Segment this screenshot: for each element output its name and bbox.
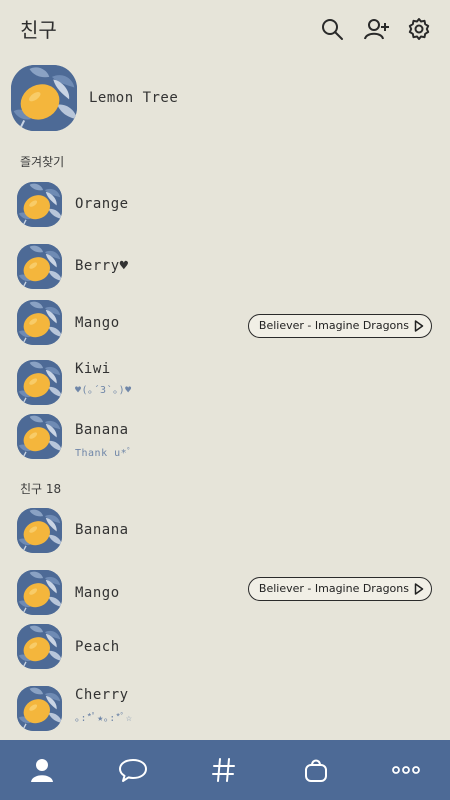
avatar [17,300,62,345]
list-item[interactable]: Kiwi ♥(｡´3`｡)♥ [0,358,450,410]
profile-name: Lemon Tree [89,90,179,106]
list-item[interactable]: Berry♥ [0,244,450,294]
page-title: 친구 [20,18,57,42]
status-message: Thank u*ﾟ [75,448,133,459]
favorites-section-label: 즐겨찾기 [20,155,65,169]
header: 친구 [0,0,450,58]
my-profile[interactable]: Lemon Tree [0,62,450,134]
search-icon[interactable] [320,17,344,41]
list-item[interactable]: Banana Thank u*ﾟ [0,414,450,466]
bottom-tab-bar [0,740,450,800]
chat-bubble-icon[interactable] [117,754,149,786]
music-title: Believer - Imagine Dragons [258,582,409,595]
music-status-pill[interactable]: Believer - Imagine Dragons [247,577,432,601]
avatar [17,508,62,553]
status-message: ｡:*ﾟ★｡:*ﾟ☆ [75,713,133,724]
list-item[interactable]: Cherry ｡:*ﾟ★｡:*ﾟ☆ [0,684,450,736]
avatar [11,65,77,131]
avatar [17,182,62,227]
friend-name: Peach [75,639,120,655]
avatar [17,570,62,615]
list-item[interactable]: Orange [0,182,450,232]
friends-section-label: 친구 18 [20,482,62,496]
friend-name: Mango [75,315,120,331]
more-icon[interactable] [390,754,422,786]
list-item[interactable]: Peach [0,624,450,674]
list-item[interactable]: Mango Believer - Imagine Dragons [0,570,450,620]
list-item[interactable]: Banana [0,508,450,558]
friend-name: Kiwi [75,361,111,377]
friend-name: Banana [75,422,129,438]
music-status-pill[interactable]: Believer - Imagine Dragons [247,314,432,338]
avatar [17,686,62,731]
status-message: ♥(｡´3`｡)♥ [75,385,132,396]
settings-gear-icon[interactable] [407,17,431,41]
music-title: Believer - Imagine Dragons [258,319,409,332]
friend-name: Mango [75,585,120,601]
list-item[interactable]: Mango Believer - Imagine Dragons [0,300,450,350]
avatar [17,414,62,459]
avatar [17,360,62,405]
friend-name: Berry♥ [75,258,129,274]
add-friend-icon[interactable] [364,17,390,41]
play-icon [414,583,424,595]
hashtag-icon[interactable] [208,754,240,786]
avatar [17,244,62,289]
avatar [17,624,62,669]
person-icon[interactable] [26,754,58,786]
play-icon [414,320,424,332]
friend-name: Banana [75,522,129,538]
friend-name: Orange [75,196,129,212]
friend-name: Cherry [75,687,129,703]
shopping-bag-icon[interactable] [300,754,332,786]
